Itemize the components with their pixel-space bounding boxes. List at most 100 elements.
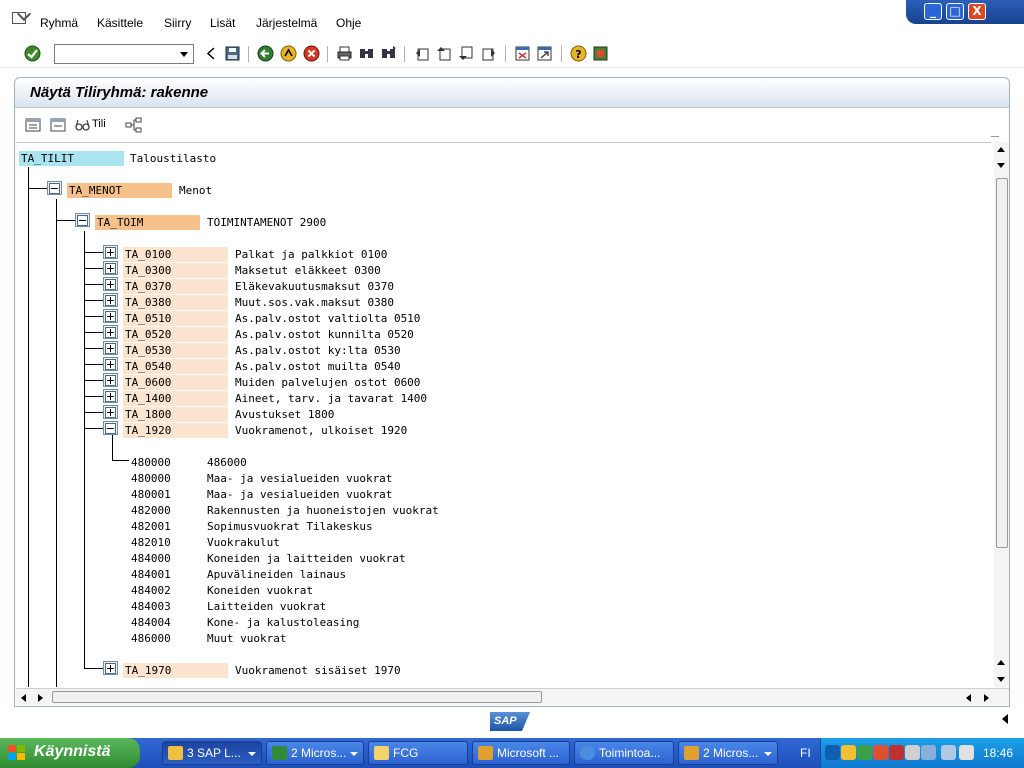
minimize-button[interactable]: _ [924,3,942,20]
scroll-right-end-icon[interactable] [978,690,993,705]
node-key-group[interactable]: TA_0370 [123,279,228,294]
expand-node-icon[interactable] [105,343,116,354]
task-office[interactable]: 2 Micros... [678,741,778,765]
node-key-group[interactable]: TA_0530 [123,343,228,358]
task-excel[interactable]: 2 Micros... [266,741,364,765]
last-page-icon[interactable] [480,45,497,62]
hierarchy-icon[interactable] [125,117,143,133]
node-key-group[interactable]: TA_1970 [123,663,228,678]
back-icon[interactable] [203,45,220,62]
help-icon[interactable]: ? [570,45,587,62]
shortcut-icon[interactable] [536,45,553,62]
start-button[interactable]: Käynnistä [0,738,140,768]
horizontal-scroll-thumb[interactable] [52,691,542,703]
task-sap[interactable]: 3 SAP L... [162,741,262,765]
status-bar-toggle-icon[interactable] [1000,712,1012,726]
close-button[interactable]: X [968,3,986,20]
expand-all-icon[interactable] [25,117,41,133]
exit-icon[interactable] [280,45,297,62]
expand-node-icon[interactable] [105,279,116,290]
first-page-icon[interactable] [414,45,431,62]
task-outlook[interactable]: Microsoft ... [472,741,570,765]
account-desc: Laitteiden vuokrat [207,600,327,613]
new-session-icon[interactable] [514,45,531,62]
tray-expand-icon[interactable] [825,745,840,760]
scroll-right-icon[interactable] [32,690,47,705]
menu-ohje[interactable]: Ohje [336,16,361,30]
save-icon[interactable] [224,45,241,62]
horizontal-scrollbar[interactable] [16,688,1009,705]
collapse-icon[interactable] [50,117,66,133]
expand-node-icon[interactable] [105,663,116,674]
enter-icon[interactable] [24,45,41,62]
back-arrow-icon[interactable] [257,45,274,62]
expand-node-icon[interactable] [105,407,116,418]
expand-node-icon[interactable] [105,375,116,386]
node-key-group[interactable]: TA_0380 [123,295,228,310]
language-indicator[interactable]: FI [800,746,811,760]
print-icon[interactable] [336,45,353,62]
menu-ryhma[interactable]: Ryhmä [40,16,78,30]
scroll-up-bottom-icon[interactable] [994,655,1009,670]
expand-node-icon[interactable] [105,359,116,370]
scroll-down-top-icon[interactable] [994,158,1009,173]
node-key-group[interactable]: TA_1800 [123,407,228,422]
collapse-node-icon[interactable] [49,183,60,194]
command-field[interactable] [54,44,194,64]
security-icon[interactable] [873,745,888,760]
menu-icon[interactable] [12,12,26,24]
node-desc-group: Maksetut eläkkeet 0300 [235,264,381,277]
range-to[interactable]: 486000 [205,455,277,470]
command-field-dropdown[interactable] [176,45,193,63]
clock[interactable]: 18:46 [983,746,1013,760]
node-key-group[interactable]: TA_0600 [123,375,228,390]
people-icon[interactable] [921,745,936,760]
collapse-node-icon[interactable] [105,423,116,434]
expand-node-icon[interactable] [105,263,116,274]
vertical-scrollbar[interactable] [994,142,1009,687]
prev-page-icon[interactable] [436,45,453,62]
task-folder[interactable]: FCG [368,741,468,765]
expand-node-icon[interactable] [105,327,116,338]
printer-icon[interactable] [905,745,920,760]
find-next-icon[interactable] [380,45,397,62]
find-icon[interactable] [358,45,375,62]
node-key-toim[interactable]: TA_TOIM [95,215,200,230]
node-key-group[interactable]: TA_1920 [123,423,228,438]
volume-icon[interactable] [959,745,974,760]
expand-node-icon[interactable] [105,295,116,306]
menu-lisat[interactable]: Lisät [210,16,235,30]
expand-node-icon[interactable] [105,311,116,322]
menu-jarjestelma[interactable]: Järjestelmä [256,16,317,30]
range-from[interactable]: 480000 [129,455,201,470]
next-page-icon[interactable] [458,45,475,62]
customize-icon[interactable] [592,45,609,62]
scroll-up-top-icon[interactable] [994,142,1009,157]
task-browser[interactable]: Toimintoa... [574,741,674,765]
antivirus-icon[interactable] [889,745,904,760]
node-key-group[interactable]: TA_0300 [123,263,228,278]
scroll-left-end-icon[interactable] [961,690,976,705]
node-key-group[interactable]: TA_0510 [123,311,228,326]
scroll-down-bottom-icon[interactable] [994,672,1009,687]
cancel-icon[interactable] [303,45,320,62]
node-key-root[interactable]: TA_TILIT [19,151,124,166]
network-icon[interactable] [857,745,872,760]
windows-flag-icon [8,745,26,761]
menu-kasittele[interactable]: Käsittele [97,16,143,30]
expand-node-icon[interactable] [105,391,116,402]
expand-node-icon[interactable] [105,247,116,258]
scroll-left-icon[interactable] [16,690,31,705]
vertical-scroll-thumb[interactable] [996,178,1008,548]
collapse-node-icon[interactable] [77,215,88,226]
clock-app-icon[interactable] [841,745,856,760]
node-key-group[interactable]: TA_0100 [123,247,228,262]
menu-siirry[interactable]: Siirry [164,16,191,30]
tili-button[interactable]: Tili [75,117,111,133]
node-key-group[interactable]: TA_0520 [123,327,228,342]
maximize-button[interactable]: □ [946,3,964,20]
monitor-icon[interactable] [941,745,956,760]
node-key-menot[interactable]: TA_MENOT [67,183,172,198]
node-key-group[interactable]: TA_0540 [123,359,228,374]
node-key-group[interactable]: TA_1400 [123,391,228,406]
